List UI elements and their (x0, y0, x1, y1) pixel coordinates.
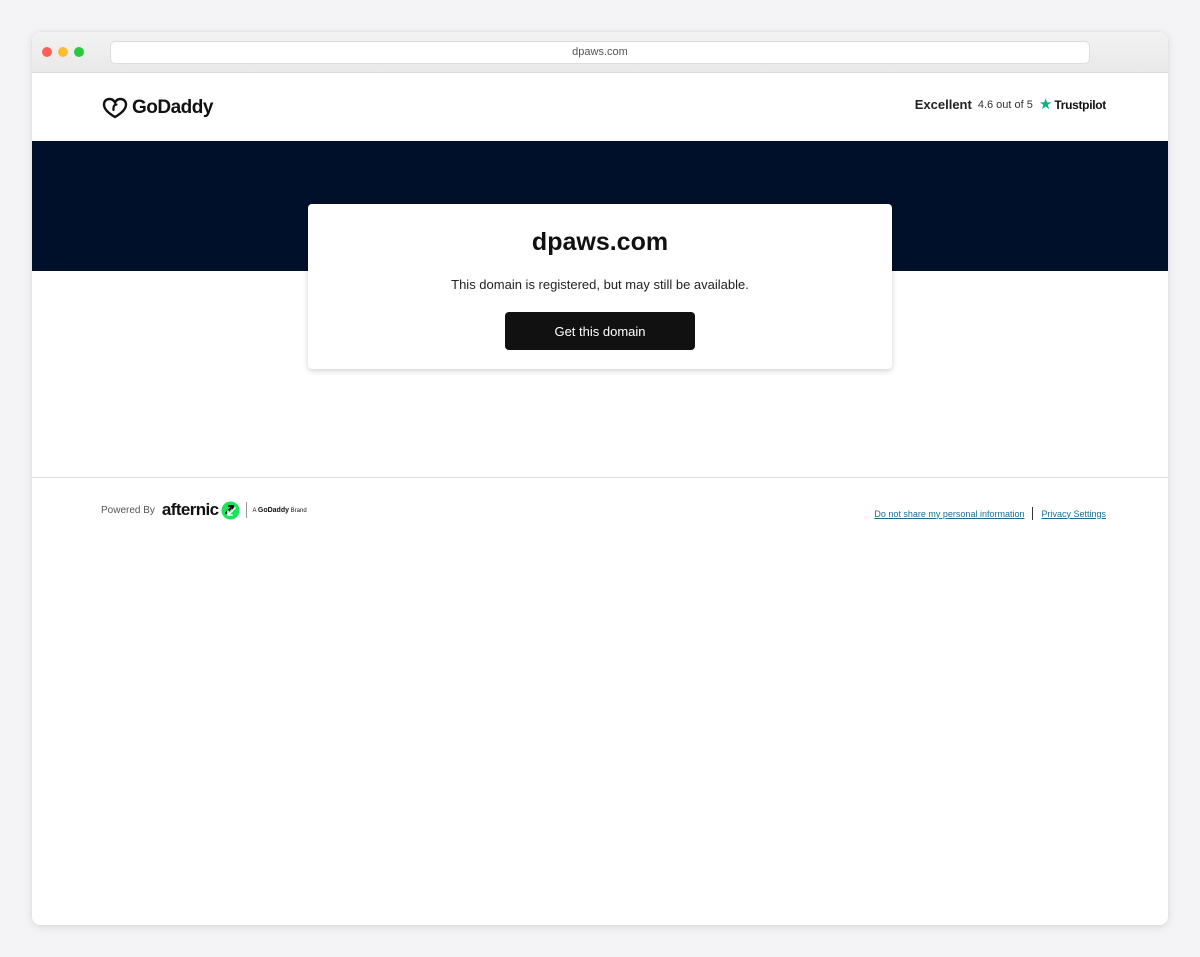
do-not-share-link[interactable]: Do not share my personal information (874, 509, 1024, 519)
godaddy-heart-icon (102, 97, 128, 119)
footer-link-separator (1032, 507, 1034, 520)
powered-by: Powered By afternic A GoDaddy Brand (101, 500, 307, 520)
domain-card: dpaws.com This domain is registered, but… (308, 204, 892, 369)
get-domain-button[interactable]: Get this domain (505, 312, 695, 350)
domain-status-text: This domain is registered, but may still… (451, 277, 749, 292)
powered-by-label: Powered By (101, 504, 155, 516)
browser-titlebar: dpaws.com (32, 32, 1168, 73)
close-window-button[interactable] (42, 47, 52, 57)
logo-text: GoDaddy (132, 97, 213, 118)
godaddy-brand-tag: A GoDaddy Brand (253, 507, 307, 514)
trustpilot-star-icon: ★ (1038, 96, 1053, 113)
brand-tag-suffix: Brand (290, 507, 307, 514)
trustpilot-brand: Trustpilot (1054, 97, 1106, 112)
page-header: GoDaddy Excellent 4.6 out of 5 ★ Trustpi… (32, 73, 1168, 141)
brand-tag-prefix: A (252, 507, 257, 514)
brand-separator (245, 502, 247, 518)
trustpilot-score: 4.6 out of 5 (977, 98, 1033, 111)
domain-name: dpaws.com (531, 228, 669, 256)
godaddy-logo[interactable]: GoDaddy (102, 95, 213, 121)
privacy-settings-link[interactable]: Privacy Settings (1041, 509, 1106, 519)
trustpilot-rating-word: Excellent (914, 97, 972, 112)
minimize-window-button[interactable] (58, 47, 68, 57)
footer-links: Do not share my personal information Pri… (874, 507, 1106, 520)
footer-divider (32, 477, 1168, 478)
trustpilot-rating[interactable]: Excellent 4.6 out of 5 ★ Trustpilot (914, 96, 1107, 113)
browser-window: dpaws.com GoDaddy Excellent 4.6 out of 5… (32, 32, 1168, 925)
address-bar[interactable]: dpaws.com (110, 41, 1090, 64)
maximize-window-button[interactable] (74, 47, 84, 57)
brand-tag-name: GoDaddy (257, 506, 289, 514)
afternic-logo-text[interactable]: afternic (162, 500, 219, 520)
afternic-logo-icon (221, 501, 240, 519)
